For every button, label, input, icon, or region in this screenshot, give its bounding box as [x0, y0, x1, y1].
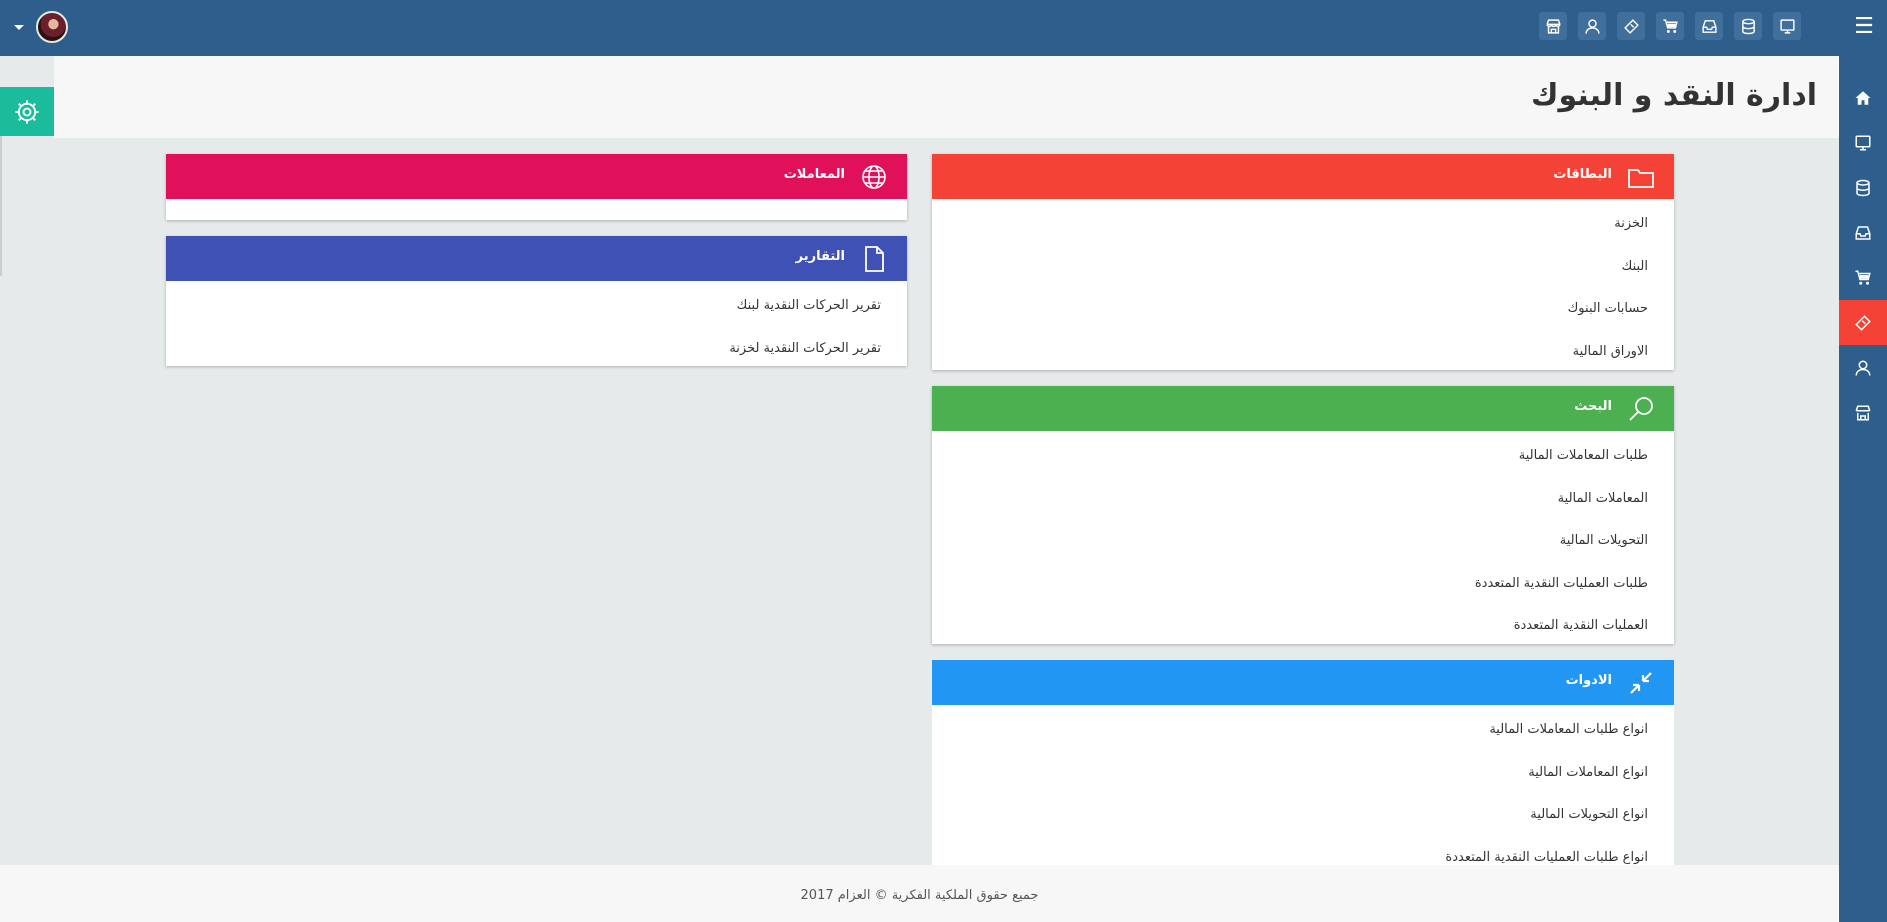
panel-search: البحث طلبات المعاملات المالية المعاملات … [932, 386, 1674, 644]
footer-copyright: جميع حقوق الملكية الفكرية © العزام 2017 [800, 888, 1039, 903]
link-treasury-cash-report[interactable]: تقرير الحركات النقدية لخزنة [166, 328, 907, 371]
link-transaction-types[interactable]: انواع المعاملات المالية [932, 752, 1674, 795]
link-multi-cash-requests[interactable]: طلبات العمليات النقدية المتعددة [932, 563, 1674, 606]
sidebar-monitor-icon[interactable] [1839, 120, 1887, 165]
panel-tools-header: الادوات [932, 660, 1674, 705]
top-icon-bar [1539, 12, 1801, 40]
cart-icon[interactable] [1656, 12, 1684, 40]
panel-tools-title: الادوات [1565, 673, 1612, 688]
panel-tools: الادوات انواع طلبات المعاملات المالية ان… [932, 660, 1674, 865]
sidebar-store-icon[interactable] [1839, 390, 1887, 435]
link-bank[interactable]: البنك [932, 246, 1674, 289]
footer: جميع حقوق الملكية الفكرية © العزام 2017 [0, 865, 1839, 922]
hamburger-menu-icon[interactable]: ☰ [1851, 14, 1877, 40]
panel-reports: التقارير تقرير الحركات النقدية لبنك تقري… [166, 236, 907, 366]
link-multi-cash-operations[interactable]: العمليات النقدية المتعددة [932, 605, 1674, 648]
panel-cards-title: البطاقات [1553, 167, 1612, 182]
database-icon[interactable] [1734, 12, 1762, 40]
store-icon[interactable] [1539, 12, 1567, 40]
panel-reports-header: التقارير [166, 236, 907, 281]
panel-cards: البطاقات الخزنة البنك حسابات البنوك الاو… [932, 154, 1674, 370]
user-icon[interactable] [1578, 12, 1606, 40]
panel-transactions-body [166, 199, 907, 220]
panel-search-title: البحث [1574, 399, 1612, 414]
sidebar-user-icon[interactable] [1839, 345, 1887, 390]
link-treasury[interactable]: الخزنة [932, 203, 1674, 246]
link-securities[interactable]: الاوراق المالية [932, 331, 1674, 374]
sidebar-cart-icon[interactable] [1839, 255, 1887, 300]
ticket-icon[interactable] [1617, 12, 1645, 40]
user-menu[interactable] [14, 11, 68, 43]
link-transaction-requests[interactable]: طلبات المعاملات المالية [932, 435, 1674, 478]
page-title: ادارة النقد و البنوك [1531, 78, 1817, 113]
link-transfer-types[interactable]: انواع التحويلات المالية [932, 794, 1674, 837]
compress-icon [1626, 668, 1656, 698]
globe-icon [859, 162, 889, 192]
page-header: ادارة النقد و البنوك [54, 56, 1839, 138]
sidebar-inbox-icon[interactable] [1839, 210, 1887, 255]
link-transactions[interactable]: المعاملات المالية [932, 478, 1674, 521]
file-icon [859, 244, 889, 274]
panel-reports-title: التقارير [795, 249, 845, 264]
link-transaction-request-types[interactable]: انواع طلبات المعاملات المالية [932, 709, 1674, 752]
panel-transactions-header: المعاملات [166, 154, 907, 199]
panel-cards-header: البطاقات [932, 154, 1674, 199]
search-icon [1626, 394, 1656, 424]
panel-search-header: البحث [932, 386, 1674, 431]
sidebar-ticket-icon[interactable] [1839, 300, 1887, 345]
right-sidebar [1839, 56, 1887, 922]
monitor-icon[interactable] [1773, 12, 1801, 40]
link-bank-accounts[interactable]: حسابات البنوك [932, 288, 1674, 331]
folder-icon [1626, 162, 1656, 192]
settings-panel-edge [0, 136, 2, 276]
caret-down-icon[interactable] [14, 24, 24, 30]
inbox-icon[interactable] [1695, 12, 1723, 40]
sidebar-database-icon[interactable] [1839, 165, 1887, 210]
link-bank-cash-report[interactable]: تقرير الحركات النقدية لبنك [166, 285, 907, 328]
settings-gear-icon[interactable] [0, 87, 54, 136]
top-navbar: ☰ [0, 0, 1887, 56]
sidebar-home-icon[interactable] [1839, 75, 1887, 120]
panel-transactions-title: المعاملات [783, 167, 845, 182]
avatar[interactable] [36, 11, 68, 43]
link-transfers[interactable]: التحويلات المالية [932, 520, 1674, 563]
panel-transactions: المعاملات [166, 154, 907, 220]
